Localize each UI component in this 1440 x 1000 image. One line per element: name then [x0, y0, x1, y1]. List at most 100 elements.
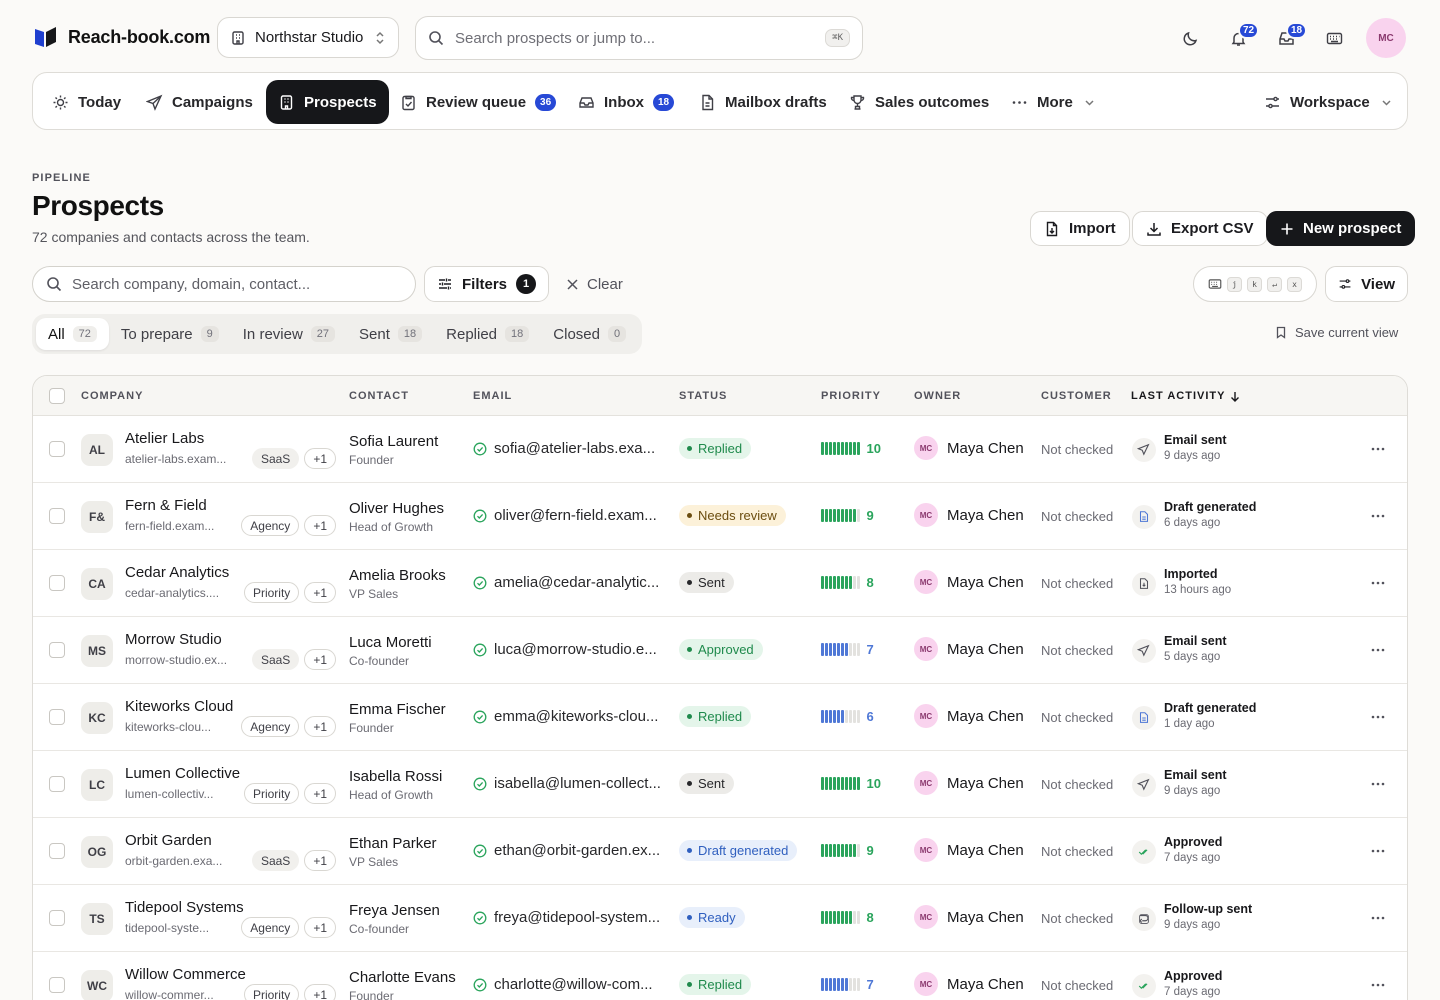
company-name[interactable]: Kiteworks Cloud [125, 698, 233, 715]
prospect-search[interactable] [32, 266, 416, 302]
status-badge[interactable]: Sent [679, 773, 734, 794]
contact-email[interactable]: luca@morrow-studio.e... [473, 641, 662, 658]
more-tags-badge[interactable]: +1 [304, 984, 336, 1000]
company-tag[interactable]: SaaS [251, 850, 300, 871]
row-checkbox[interactable] [49, 910, 65, 926]
row-checkbox[interactable] [49, 508, 65, 524]
column-header-owner[interactable]: OWNER [914, 390, 961, 402]
company-name[interactable]: Orbit Garden [125, 832, 212, 849]
workspace-switcher[interactable]: Northstar Studio [217, 17, 399, 58]
more-tags-badge[interactable]: +1 [304, 850, 336, 871]
table-row[interactable]: WC Willow Commerce willow-commer... Priorit… [33, 952, 1407, 1000]
save-current-view-button[interactable]: Save current view [1275, 325, 1398, 340]
workspace-menu[interactable]: Workspace [1252, 80, 1404, 124]
clear-filters-button[interactable]: Clear [566, 266, 623, 302]
select-all-checkbox[interactable] [49, 388, 65, 404]
row-checkbox[interactable] [49, 977, 65, 993]
global-search-input[interactable] [455, 29, 815, 47]
company-name[interactable]: Atelier Labs [125, 430, 204, 447]
segment-sent[interactable]: Sent 18 [347, 318, 434, 350]
table-row[interactable]: AL Atelier Labs atelier-labs.exam... SaaS +1… [33, 416, 1407, 483]
row-actions-button[interactable] [1367, 907, 1389, 929]
company-tag[interactable]: Agency [241, 917, 300, 938]
row-checkbox[interactable] [49, 575, 65, 591]
column-header-email[interactable]: EMAIL [473, 390, 512, 402]
theme-toggle-button[interactable] [1170, 18, 1210, 58]
owner[interactable]: MC Maya Chen [914, 704, 1024, 728]
table-row[interactable]: CA Cedar Analytics cedar-analytics.... Prio… [33, 550, 1407, 617]
status-badge[interactable]: Approved [679, 639, 763, 660]
row-actions-button[interactable] [1367, 974, 1389, 996]
segment-all[interactable]: All 72 [36, 318, 109, 350]
owner[interactable]: MC Maya Chen [914, 570, 1024, 594]
row-actions-button[interactable] [1367, 505, 1389, 527]
nav-item-sales-outcomes[interactable]: Sales outcomes [837, 80, 1001, 124]
status-badge[interactable]: Replied [679, 974, 752, 995]
company-tag[interactable]: SaaS [251, 448, 300, 469]
table-row[interactable]: MS Morrow Studio morrow-studio.ex... SaaS +1… [33, 617, 1407, 684]
segment-to-prepare[interactable]: To prepare 9 [109, 318, 231, 350]
column-header-customer[interactable]: CUSTOMER [1041, 390, 1112, 402]
owner[interactable]: MC Maya Chen [914, 436, 1024, 460]
owner[interactable]: MC Maya Chen [914, 771, 1024, 795]
company-tag[interactable]: SaaS [251, 649, 300, 670]
company-tag[interactable]: Priority [243, 783, 300, 804]
column-header-priority[interactable]: PRIORITY [821, 390, 881, 402]
column-header-contact[interactable]: CONTACT [349, 390, 409, 402]
owner[interactable]: MC Maya Chen [914, 838, 1024, 862]
owner[interactable]: MC Maya Chen [914, 503, 1024, 527]
more-tags-badge[interactable]: +1 [304, 917, 336, 938]
more-tags-badge[interactable]: +1 [304, 649, 336, 670]
notifications-button[interactable]: 72 [1218, 18, 1260, 58]
filters-button[interactable]: Filters 1 [424, 266, 549, 302]
more-tags-badge[interactable]: +1 [304, 515, 336, 536]
row-checkbox[interactable] [49, 709, 65, 725]
more-tags-badge[interactable]: +1 [304, 783, 336, 804]
nav-item-mailbox-drafts[interactable]: Mailbox drafts [687, 80, 839, 124]
column-header-company[interactable]: COMPANY [81, 390, 143, 402]
column-header-status[interactable]: STATUS [679, 390, 727, 402]
user-avatar[interactable]: MC [1366, 18, 1406, 58]
company-tag[interactable]: Priority [243, 984, 300, 1000]
export-csv-button[interactable]: Export CSV [1132, 211, 1268, 246]
company-tag[interactable]: Priority [243, 582, 300, 603]
row-checkbox[interactable] [49, 843, 65, 859]
more-tags-badge[interactable]: +1 [304, 716, 336, 737]
nav-item-review-queue[interactable]: Review queue 36 [388, 80, 568, 124]
company-name[interactable]: Cedar Analytics [125, 564, 229, 581]
table-row[interactable]: LC Lumen Collective lumen-collectiv... Prio… [33, 751, 1407, 818]
status-badge[interactable]: Replied [679, 706, 752, 727]
contact-email[interactable]: sofia@atelier-labs.exa... [473, 440, 662, 457]
nav-item-campaigns[interactable]: Campaigns [134, 80, 265, 124]
table-row[interactable]: F& Fern & Field fern-field.exam... Agency +1… [33, 483, 1407, 550]
row-actions-button[interactable] [1367, 706, 1389, 728]
more-tags-badge[interactable]: +1 [304, 448, 336, 469]
row-actions-button[interactable] [1367, 840, 1389, 862]
more-tags-badge[interactable]: +1 [304, 582, 336, 603]
segment-replied[interactable]: Replied 18 [434, 318, 541, 350]
status-badge[interactable]: Ready [679, 907, 745, 928]
table-row[interactable]: TS Tidepool Systems tidepool-syste... Agenc… [33, 885, 1407, 952]
import-button[interactable]: Import [1030, 211, 1130, 246]
new-prospect-button[interactable]: New prospect [1266, 211, 1416, 246]
table-row[interactable]: KC Kiteworks Cloud kiteworks-clou... Agency… [33, 684, 1407, 751]
view-options-button[interactable]: View [1325, 266, 1408, 302]
contact-email[interactable]: emma@kiteworks-clou... [473, 708, 662, 725]
contact-email[interactable]: isabella@lumen-collect... [473, 775, 662, 792]
row-actions-button[interactable] [1367, 438, 1389, 460]
company-name[interactable]: Fern & Field [125, 497, 207, 514]
row-checkbox[interactable] [49, 441, 65, 457]
company-name[interactable]: Lumen Collective [125, 765, 240, 782]
row-actions-button[interactable] [1367, 639, 1389, 661]
owner[interactable]: MC Maya Chen [914, 972, 1024, 996]
global-search[interactable]: ⌘K [415, 16, 863, 60]
owner[interactable]: MC Maya Chen [914, 905, 1024, 929]
inbox-button[interactable]: 18 [1266, 18, 1308, 58]
row-checkbox[interactable] [49, 776, 65, 792]
nav-item-inbox[interactable]: Inbox 18 [566, 80, 686, 124]
nav-item-more[interactable]: More [999, 80, 1107, 124]
brand-logo[interactable]: Reach-book.com [34, 26, 210, 48]
company-name[interactable]: Morrow Studio [125, 631, 222, 648]
column-header-last-activity[interactable]: LAST ACTIVITY [1131, 390, 1240, 402]
company-name[interactable]: Willow Commerce [125, 966, 246, 983]
